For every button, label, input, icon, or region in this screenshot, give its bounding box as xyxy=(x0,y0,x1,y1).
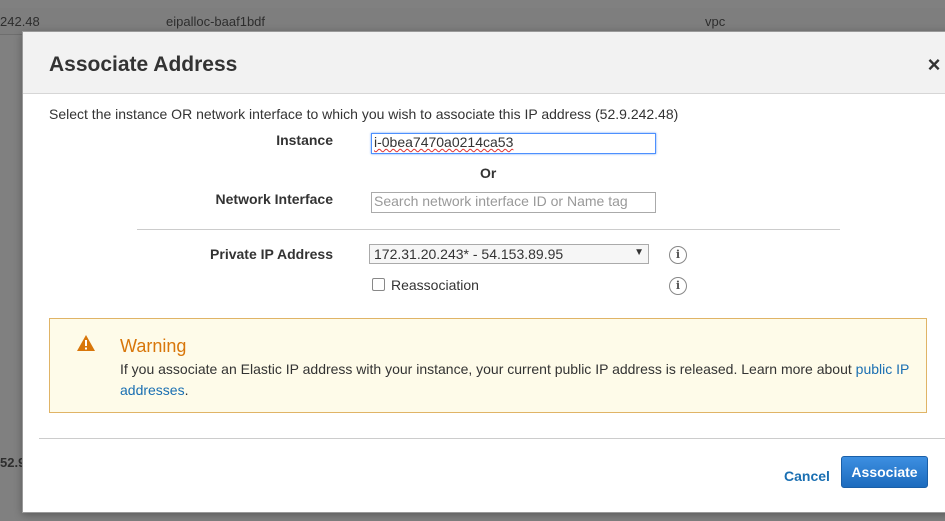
instance-input[interactable]: i-0bea7470a0214ca53 xyxy=(371,133,656,154)
form-divider xyxy=(137,229,840,230)
network-interface-label: Network Interface xyxy=(215,191,333,207)
info-icon[interactable]: i xyxy=(669,246,687,264)
info-icon[interactable]: i xyxy=(669,277,687,295)
reassociation-checkbox[interactable] xyxy=(372,278,385,291)
or-separator-text: Or xyxy=(480,165,497,181)
private-ip-select[interactable]: 172.31.20.243* - 54.153.89.95 ▼ xyxy=(369,244,649,264)
dialog-title: Associate Address xyxy=(49,53,238,76)
instance-input-value: i-0bea7470a0214ca53 xyxy=(374,134,514,150)
associate-button[interactable]: Associate xyxy=(841,456,928,488)
cancel-button[interactable]: Cancel xyxy=(784,468,830,484)
network-interface-input[interactable]: Search network interface ID or Name tag xyxy=(371,192,656,213)
warning-box: Warning If you associate an Elastic IP a… xyxy=(49,318,927,413)
background-cell-allocation-id: eipalloc-baaf1bdf xyxy=(166,14,266,29)
warning-message: If you associate an Elastic IP address w… xyxy=(120,361,852,377)
footer-divider xyxy=(39,438,945,439)
associate-address-dialog: Associate Address × Select the instance … xyxy=(22,31,945,513)
background-cell-domain: vpc xyxy=(705,14,726,29)
private-ip-selected-value: 172.31.20.243* - 54.153.89.95 xyxy=(374,246,564,262)
warning-text-block: If you associate an Elastic IP address w… xyxy=(120,359,910,401)
instance-label: Instance xyxy=(276,132,333,148)
warning-title: Warning xyxy=(120,336,187,356)
chevron-down-icon: ▼ xyxy=(634,247,644,258)
close-icon[interactable]: × xyxy=(923,54,945,76)
network-interface-placeholder: Search network interface ID or Name tag xyxy=(374,193,628,209)
reassociation-label[interactable]: Reassociation xyxy=(391,277,479,293)
warning-icon xyxy=(77,335,95,351)
background-cell-ip: 242.48 xyxy=(0,14,40,29)
warning-trailing-period: . xyxy=(184,382,189,398)
private-ip-label: Private IP Address xyxy=(210,246,333,262)
dialog-header: Associate Address × xyxy=(23,32,945,94)
dialog-description: Select the instance OR network interface… xyxy=(49,106,679,122)
